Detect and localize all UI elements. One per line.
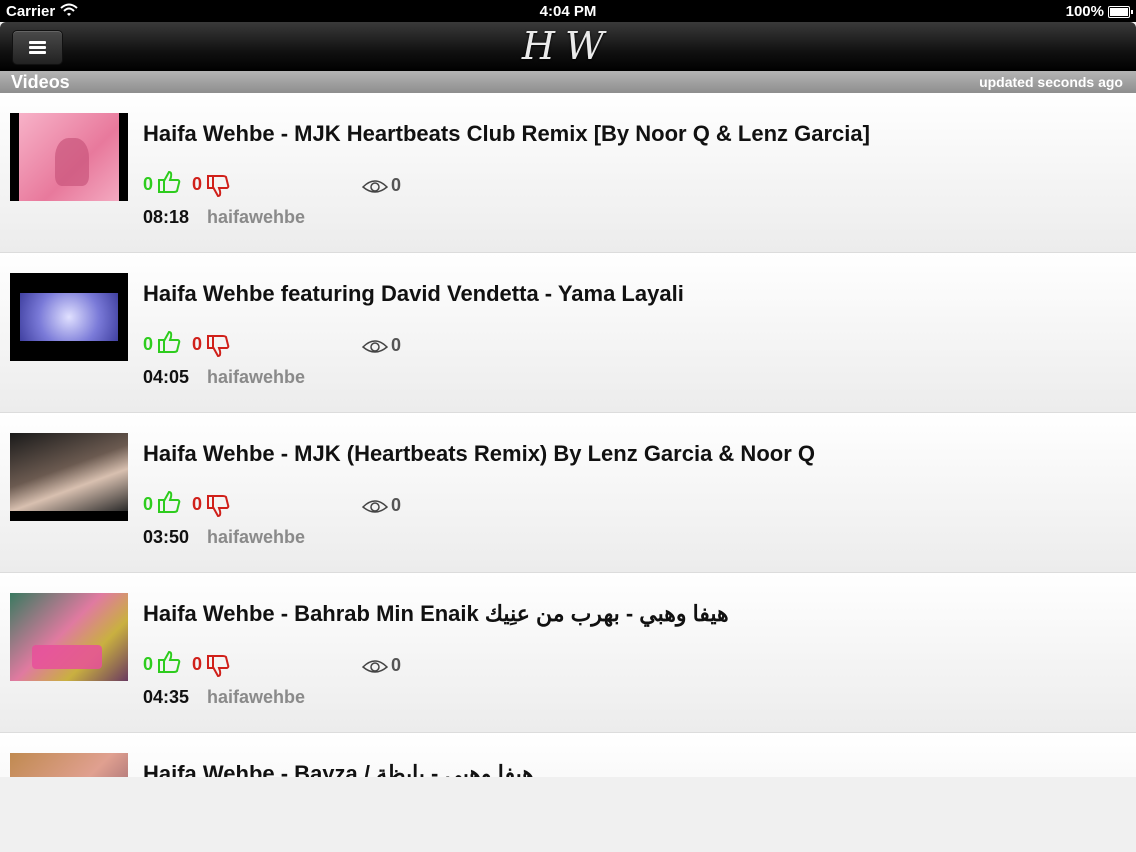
video-title: Haifa Wehbe - MJK (Heartbeats Remix) By … (143, 441, 815, 466)
updated-status: updated seconds ago (979, 74, 1123, 90)
channel-name: haifawehbe (207, 527, 306, 547)
view-count: 0 (391, 335, 402, 355)
eye-icon (362, 500, 388, 513)
video-title: Haifa Wehbe featuring David Vendetta - Y… (143, 281, 684, 306)
video-duration: 08:18 (143, 207, 190, 227)
video-row[interactable]: Haifa Wehbe - MJK Heartbeats Club Remix … (0, 93, 1136, 253)
battery-icon (1108, 6, 1133, 18)
dislike-count: 0 (192, 334, 203, 354)
video-title: Haifa Wehbe - Bahrab Min Enaik هيفا وهبي… (143, 601, 729, 626)
app-logo: HW (521, 24, 615, 68)
like-count: 0 (143, 174, 154, 194)
thumbs-down-icon[interactable] (205, 493, 231, 519)
eye-icon (362, 180, 388, 193)
section-title: Videos (11, 72, 70, 92)
video-row[interactable]: Haifa Wehbe - Bahrab Min Enaik هيفا وهبي… (0, 573, 1136, 733)
status-bar: Carrier 4:04 PM 100% (0, 0, 1136, 22)
channel-name: haifawehbe (207, 687, 306, 707)
video-title: Haifa Wehbe - MJK Heartbeats Club Remix … (143, 121, 870, 146)
video-duration: 04:05 (143, 367, 190, 387)
video-thumbnail[interactable] (10, 273, 128, 361)
video-thumbnail[interactable] (10, 113, 128, 201)
thumbs-up-icon[interactable] (156, 649, 182, 675)
video-row[interactable]: Haifa Wehbe - MJK (Heartbeats Remix) By … (0, 413, 1136, 573)
view-count: 0 (391, 175, 402, 195)
thumbs-up-icon[interactable] (156, 169, 182, 195)
dislike-count: 0 (192, 654, 203, 674)
dislike-count: 0 (192, 494, 203, 514)
video-thumbnail[interactable] (10, 433, 128, 521)
like-count: 0 (143, 334, 154, 354)
thumbs-down-icon[interactable] (205, 333, 231, 359)
view-count: 0 (391, 495, 402, 515)
thumbs-down-icon[interactable] (205, 173, 231, 199)
video-thumbnail[interactable] (10, 753, 128, 777)
eye-icon (362, 340, 388, 353)
view-count: 0 (391, 655, 402, 675)
clock: 4:04 PM (539, 3, 597, 20)
thumbs-up-icon[interactable] (156, 489, 182, 515)
section-header: Videos updated seconds ago (0, 71, 1136, 93)
list-footer (0, 777, 1136, 852)
battery-percent: 100% (1065, 3, 1104, 20)
video-title: Haifa Wehbe - Bayza / هيفا وهبي - بايظة (143, 761, 534, 777)
thumbs-down-icon[interactable] (205, 653, 231, 679)
thumbs-up-icon[interactable] (156, 329, 182, 355)
channel-name: haifawehbe (207, 367, 306, 387)
eye-icon (362, 660, 388, 673)
video-duration: 04:35 (143, 687, 190, 707)
video-thumbnail[interactable] (10, 593, 128, 681)
like-count: 0 (143, 494, 154, 514)
like-count: 0 (143, 654, 154, 674)
video-row[interactable]: Haifa Wehbe featuring David Vendetta - Y… (0, 253, 1136, 413)
dislike-count: 0 (192, 174, 203, 194)
video-list[interactable]: Haifa Wehbe - MJK Heartbeats Club Remix … (0, 93, 1136, 777)
channel-name: haifawehbe (207, 207, 306, 227)
video-duration: 03:50 (143, 527, 190, 547)
video-row[interactable]: Haifa Wehbe - Bayza / هيفا وهبي - بايظة (0, 733, 1136, 777)
navigation-bar: HW (0, 22, 1136, 71)
